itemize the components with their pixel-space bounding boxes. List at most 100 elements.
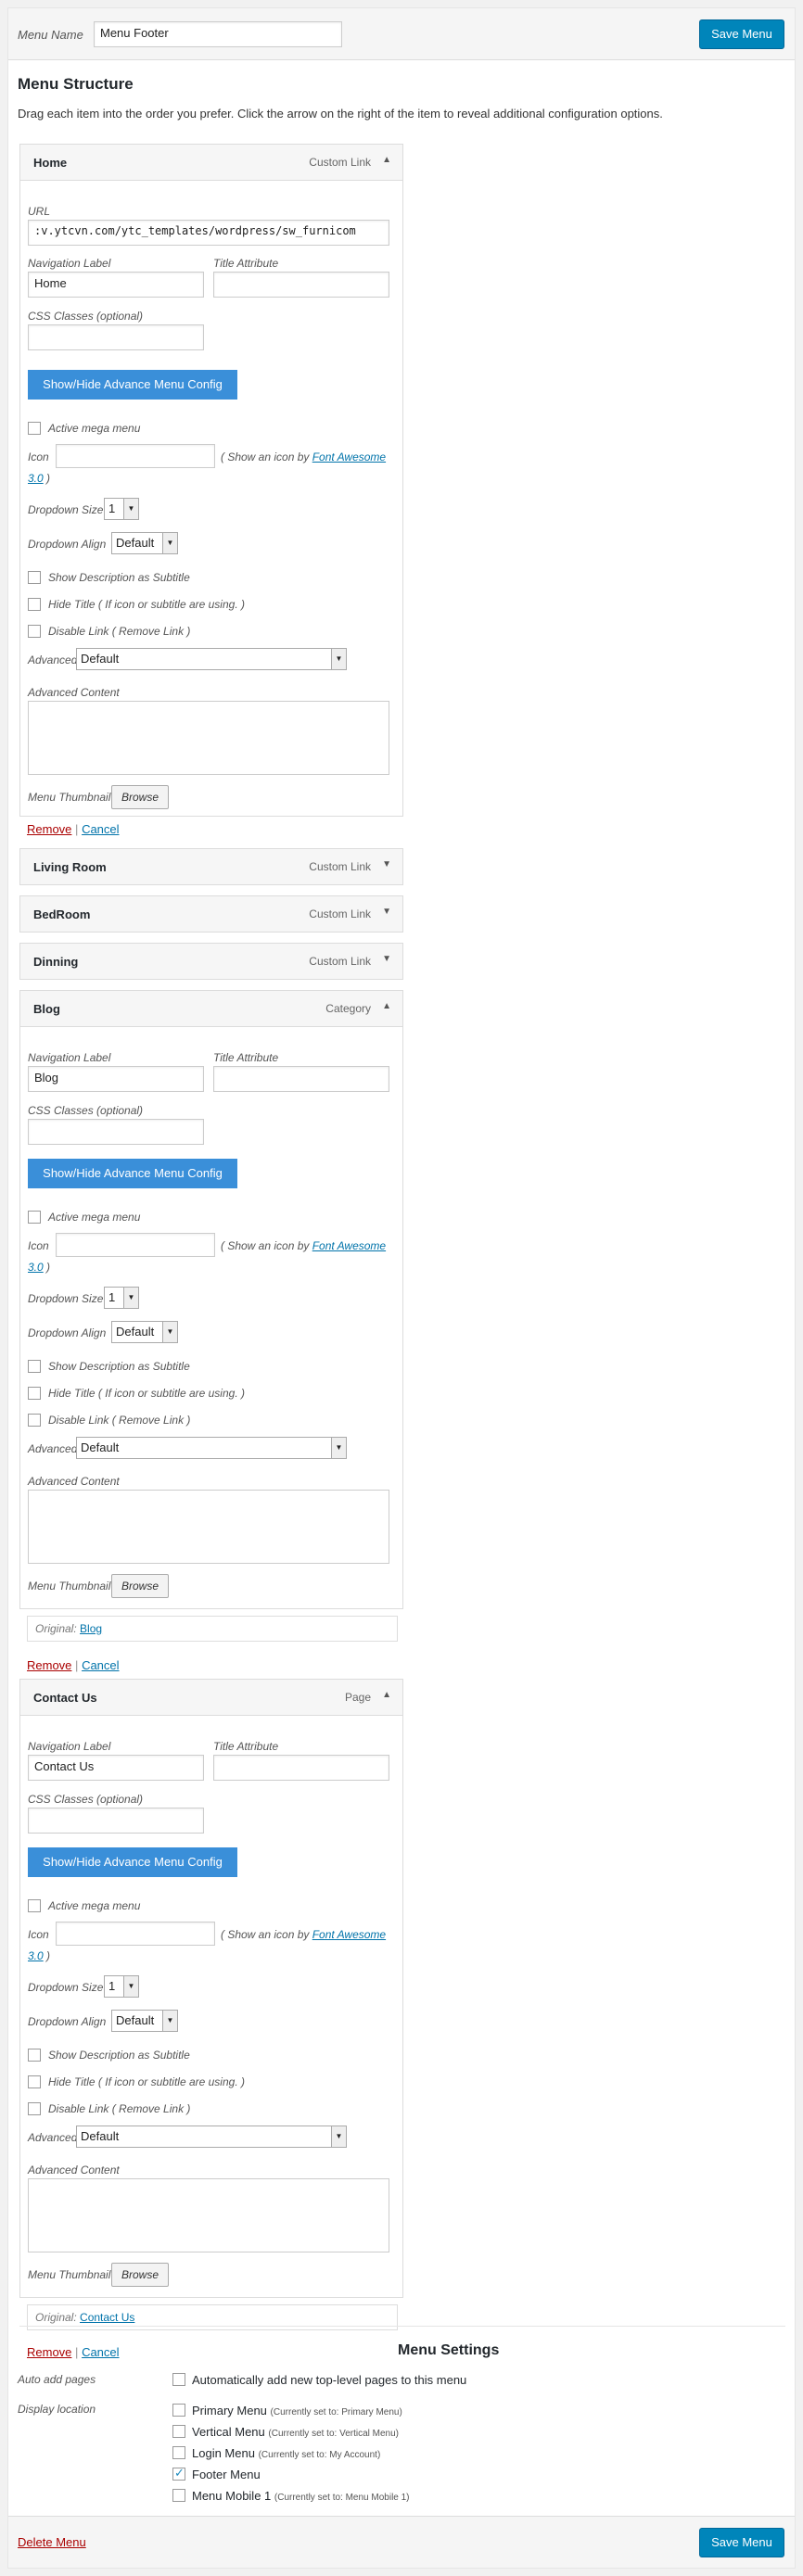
browse-button[interactable]: Browse: [111, 1574, 169, 1598]
nav-label-input[interactable]: Contact Us: [28, 1755, 204, 1781]
css-classes-input[interactable]: [28, 1119, 204, 1145]
original-link[interactable]: Blog: [80, 1622, 102, 1635]
toggle-advanced-config-button[interactable]: Show/Hide Advance Menu Config: [28, 370, 237, 400]
dropdown-size-value: 1: [108, 1979, 116, 1993]
menu-item-bar-dinning[interactable]: Dinning Custom Link ▼: [19, 943, 403, 980]
title-attribute-input[interactable]: [213, 272, 389, 298]
advanced-content-textarea[interactable]: [28, 701, 389, 775]
menu-structure-description: Drag each item into the order you prefer…: [18, 107, 663, 121]
remove-link[interactable]: Remove: [27, 822, 71, 836]
title-attribute-input[interactable]: [213, 1755, 389, 1781]
show-description-checkbox[interactable]: [28, 2049, 41, 2062]
chevron-down-icon: ▼: [162, 533, 177, 553]
disable-link-checkbox[interactable]: [28, 2102, 41, 2115]
cancel-link[interactable]: Cancel: [82, 822, 119, 836]
location-name: Menu Mobile 1: [192, 2489, 272, 2503]
advanced-select[interactable]: Default ▼: [76, 2126, 347, 2148]
css-classes-input[interactable]: [28, 324, 204, 350]
disable-link-checkbox[interactable]: [28, 1414, 41, 1427]
font-awesome-link[interactable]: Font Awesome: [312, 1928, 386, 1941]
cancel-link[interactable]: Cancel: [82, 2345, 119, 2359]
hide-title-checkbox[interactable]: [28, 2075, 41, 2088]
menu-item-title: BedRoom: [33, 907, 91, 921]
arrow-down-icon[interactable]: ▼: [382, 859, 391, 869]
arrow-down-icon[interactable]: ▼: [382, 907, 391, 917]
remove-link[interactable]: Remove: [27, 1658, 71, 1672]
dropdown-align-select[interactable]: Default ▼: [111, 532, 178, 554]
show-description-checkbox[interactable]: [28, 571, 41, 584]
dropdown-align-select[interactable]: Default ▼: [111, 1321, 178, 1343]
dropdown-align-value: Default: [116, 2013, 155, 2027]
font-awesome-version-link[interactable]: 3.0: [28, 1261, 44, 1274]
font-awesome-version-link[interactable]: 3.0: [28, 1949, 44, 1962]
cancel-link[interactable]: Cancel: [82, 1658, 119, 1672]
font-awesome-version-link[interactable]: 3.0: [28, 472, 44, 485]
arrow-up-icon[interactable]: ▲: [382, 1690, 391, 1700]
title-attribute-input[interactable]: [213, 1066, 389, 1092]
icon-input[interactable]: [56, 1922, 215, 1946]
icon-hint-line2: 3.0 ): [28, 472, 50, 485]
arrow-up-icon[interactable]: ▲: [382, 155, 391, 165]
active-mega-checkbox[interactable]: [28, 1899, 41, 1912]
advanced-content-textarea[interactable]: [28, 2178, 389, 2252]
disable-link-label: Disable Link ( Remove Link ): [48, 2102, 191, 2115]
show-description-checkbox[interactable]: [28, 1360, 41, 1373]
title-attribute-label: Title Attribute: [213, 257, 279, 270]
arrow-up-icon[interactable]: ▲: [382, 1001, 391, 1011]
browse-button[interactable]: Browse: [111, 2263, 169, 2287]
icon-input[interactable]: [56, 1233, 215, 1257]
menu-name-input[interactable]: Menu Footer: [94, 21, 342, 47]
font-awesome-link[interactable]: Font Awesome: [312, 1239, 386, 1252]
delete-menu-link[interactable]: Delete Menu: [18, 2535, 86, 2549]
dropdown-size-select[interactable]: 1 ▼: [104, 1287, 139, 1309]
active-mega-checkbox[interactable]: [28, 422, 41, 435]
menu-item-bar-home[interactable]: Home Custom Link ▲: [19, 144, 403, 181]
nav-label-input[interactable]: Blog: [28, 1066, 204, 1092]
location-checkbox-vertical[interactable]: [172, 2425, 185, 2438]
advanced-select[interactable]: Default ▼: [76, 1437, 347, 1459]
arrow-down-icon[interactable]: ▼: [382, 954, 391, 964]
hide-title-label: Hide Title ( If icon or subtitle are usi…: [48, 598, 245, 611]
location-checkbox-login[interactable]: [172, 2446, 185, 2459]
toggle-advanced-config-button[interactable]: Show/Hide Advance Menu Config: [28, 1159, 237, 1188]
icon-label: Icon: [28, 1239, 49, 1252]
active-mega-checkbox[interactable]: [28, 1211, 41, 1224]
dropdown-size-select[interactable]: 1 ▼: [104, 498, 139, 520]
dropdown-size-select[interactable]: 1 ▼: [104, 1975, 139, 1998]
advanced-content-label: Advanced Content: [28, 1475, 120, 1488]
nav-label-input[interactable]: Home: [28, 272, 204, 298]
chevron-down-icon: ▼: [331, 2126, 346, 2147]
menu-item-bar-contact-us[interactable]: Contact Us Page ▲: [19, 1679, 403, 1716]
url-input[interactable]: :v.ytcvn.com/ytc_templates/wordpress/sw_…: [28, 220, 389, 246]
menu-thumbnail-label: Menu Thumbnail: [28, 2268, 111, 2281]
icon-input[interactable]: [56, 444, 215, 468]
css-classes-input[interactable]: [28, 1808, 204, 1834]
auto-add-checkbox[interactable]: [172, 2373, 185, 2386]
advanced-select[interactable]: Default ▼: [76, 648, 347, 670]
disable-link-checkbox[interactable]: [28, 625, 41, 638]
css-classes-label: CSS Classes (optional): [28, 1793, 144, 1806]
location-checkbox-primary[interactable]: [172, 2404, 185, 2417]
toggle-advanced-config-button[interactable]: Show/Hide Advance Menu Config: [28, 1847, 237, 1877]
hide-title-checkbox[interactable]: [28, 1387, 41, 1400]
icon-hint-close: ): [43, 472, 51, 485]
remove-link[interactable]: Remove: [27, 2345, 71, 2359]
browse-button[interactable]: Browse: [111, 785, 169, 809]
menu-item-bar-living-room[interactable]: Living Room Custom Link ▼: [19, 848, 403, 885]
original-link[interactable]: Contact Us: [80, 2311, 134, 2324]
font-awesome-link[interactable]: Font Awesome: [312, 450, 386, 463]
location-checkbox-mobile[interactable]: [172, 2489, 185, 2502]
save-menu-button-top[interactable]: Save Menu: [699, 19, 784, 49]
advanced-content-textarea[interactable]: [28, 1490, 389, 1564]
location-name: Login Menu: [192, 2446, 255, 2460]
dropdown-align-select[interactable]: Default ▼: [111, 2010, 178, 2032]
advanced-content-label: Advanced Content: [28, 686, 120, 699]
chevron-down-icon: ▼: [162, 1322, 177, 1342]
hide-title-checkbox[interactable]: [28, 598, 41, 611]
menu-item-bar-bedroom[interactable]: BedRoom Custom Link ▼: [19, 895, 403, 933]
original-label: Original:: [35, 1622, 77, 1635]
menu-item-bar-blog[interactable]: Blog Category ▲: [19, 990, 403, 1027]
disable-link-label: Disable Link ( Remove Link ): [48, 625, 191, 638]
location-checkbox-footer[interactable]: [172, 2466, 185, 2481]
save-menu-button-bottom[interactable]: Save Menu: [699, 2528, 784, 2557]
